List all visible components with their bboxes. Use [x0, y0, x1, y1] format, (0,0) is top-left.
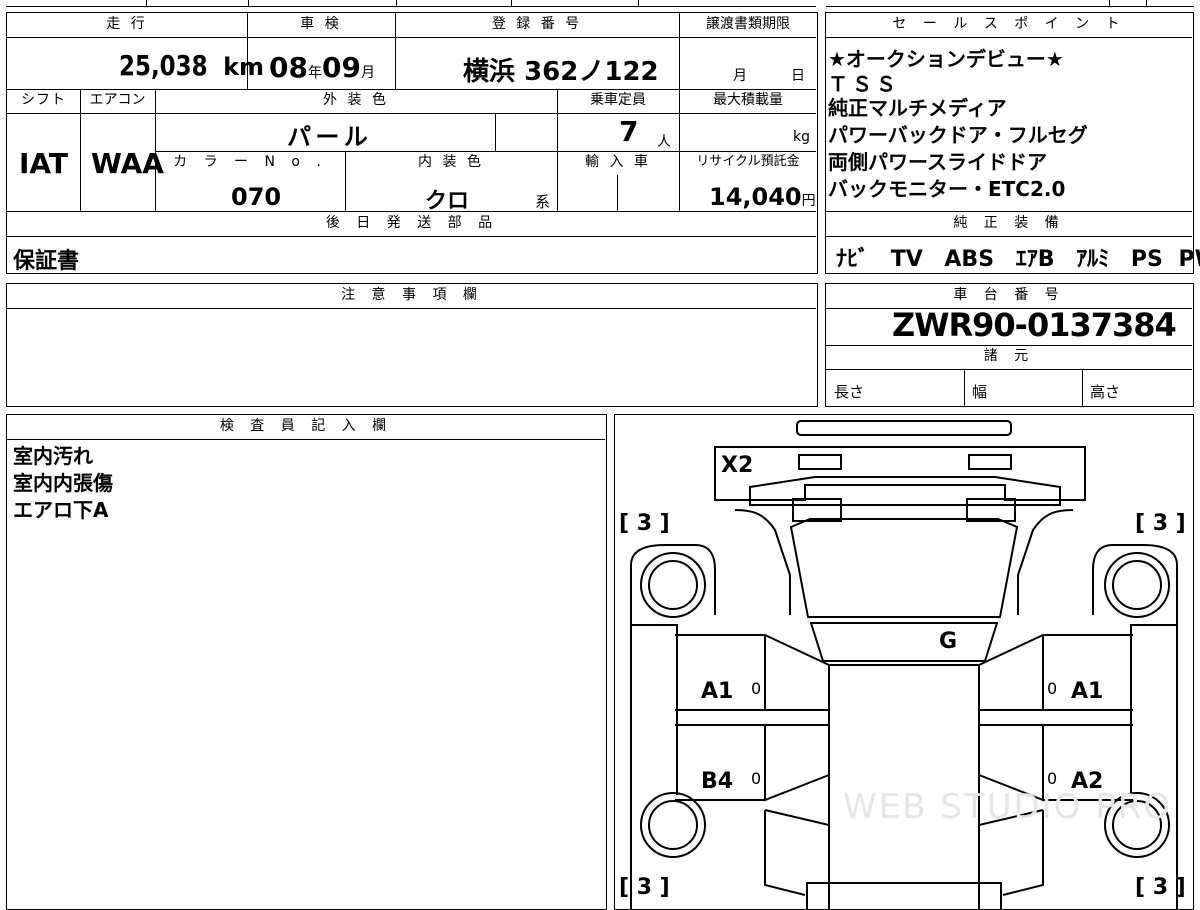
capacity-unit: 人	[657, 131, 671, 151]
spec-width-label: 幅	[972, 381, 987, 402]
chassis-panel: 車 台 番 号 ZWR90-0137384 諸 元 長さ 幅 高さ	[825, 283, 1194, 407]
vehicle-info-table: 走 行 車 検 登 録 番 号 譲渡書類期限 25,038km 08年09月 横…	[6, 12, 818, 274]
standard-equipment-label: 純 正 装 備	[826, 213, 1192, 233]
sales-point-panel: セ ー ル ス ポ イ ン ト ★オークションデビュー★ ＴＳＳ 純正マルチメデ…	[825, 12, 1194, 274]
import-label: 輸 入 車	[557, 152, 679, 172]
recycle-fee-value: 14,040円	[709, 183, 816, 211]
chassis-number: ZWR90-0137384	[892, 306, 1176, 344]
later-shipping-items: 保証書	[13, 243, 79, 275]
plate-number: 横浜 362ノ122	[463, 51, 659, 88]
inspection-date: 08年09月	[269, 51, 375, 84]
capacity-label: 乗車定員	[557, 90, 679, 110]
top-cropped-row	[6, 0, 1194, 8]
right-rear-door-zero: 0	[1047, 769, 1057, 788]
mileage-value: 25,038km	[119, 49, 264, 82]
capacity-value: 7	[619, 115, 638, 148]
transfer-deadline-label: 譲渡書類期限	[679, 14, 817, 34]
equipment-item: ｴｱB	[1016, 247, 1055, 272]
interior-color-label: 内 装 色	[345, 152, 557, 172]
exterior-color-label: 外 装 色	[155, 90, 557, 110]
color-no-value: 070	[231, 183, 281, 211]
equipment-item: TV	[891, 247, 923, 272]
shift-label: シフト	[7, 90, 80, 110]
recycle-label: リサイクル預託金	[679, 152, 817, 172]
front-bumper-code: X2	[721, 453, 753, 478]
equipment-item: PS	[1131, 247, 1163, 272]
interior-color-value: クロ	[425, 183, 469, 215]
exterior-color-value: パ ー ル	[287, 117, 366, 152]
sales-point-list: ★オークションデビュー★ ＴＳＳ 純正マルチメディア パワーバックドア・フルセグ…	[828, 46, 1088, 203]
watermark: WEB STUDIO PRO	[843, 787, 1172, 827]
left-rear-door-code: B4	[701, 769, 733, 794]
mileage-label: 走 行	[7, 14, 247, 34]
transfer-deadline-value: 月 日	[679, 61, 817, 87]
registration-label: 登 録 番 号	[395, 14, 679, 34]
max-load-unit: kg	[793, 129, 810, 145]
aircon-label: エアコン	[80, 90, 155, 110]
spec-height-label: 高さ	[1090, 381, 1120, 402]
left-rear-door-zero: 0	[751, 769, 761, 788]
equipment-item: ｱﾙﾐ	[1076, 247, 1109, 272]
sales-point-item: パワーバックドア・フルセグ	[828, 122, 1088, 149]
sales-point-item: 純正マルチメディア	[828, 95, 1088, 122]
standard-equipment-list: ﾅﾋﾞ TV ABS ｴｱB ｱﾙﾐ PS PW	[836, 241, 1200, 273]
car-outline-diagram	[615, 415, 1193, 909]
aircon-value: WAA	[91, 147, 164, 180]
tire-front-right-grade: [ 3 ]	[1135, 511, 1186, 536]
tire-rear-left-grade: [ 3 ]	[619, 875, 670, 900]
inspector-note: 室内内張傷	[13, 470, 113, 497]
equipment-item: ﾅﾋﾞ	[836, 247, 869, 272]
tire-front-left-grade: [ 3 ]	[619, 511, 670, 536]
notes-label: 注 意 事 項 欄	[7, 285, 817, 305]
max-load-label: 最大積載量	[679, 90, 817, 110]
inspector-note-list: 室内汚れ 室内内張傷 エアロ下A	[13, 443, 113, 524]
sales-point-item: バックモニター・ETC2.0	[828, 176, 1088, 203]
shift-value: IAT	[19, 147, 68, 180]
tire-rear-right-grade: [ 3 ]	[1135, 875, 1186, 900]
equipment-item: ABS	[944, 247, 994, 272]
spec-length-label: 長さ	[834, 381, 864, 402]
chassis-label: 車 台 番 号	[826, 285, 1192, 305]
inspector-panel: 検 査 員 記 入 欄 室内汚れ 室内内張傷 エアロ下A	[6, 414, 607, 910]
windshield-code: G	[939, 629, 957, 654]
inspector-label: 検 査 員 記 入 欄	[7, 416, 605, 436]
specs-label: 諸 元	[826, 346, 1192, 366]
later-shipping-label: 後 日 発 送 部 品	[7, 213, 817, 233]
sales-point-item: ★オークションデビュー★	[828, 46, 1088, 73]
sales-point-label: セ ー ル ス ポ イ ン ト	[826, 14, 1192, 34]
sales-point-item: ＴＳＳ	[828, 73, 1088, 95]
left-front-door-code: A1	[701, 679, 733, 704]
damage-diagram-panel: [ 3 ] [ 3 ] [ 3 ] [ 3 ] X2 G A1 0 B4 0 0…	[614, 414, 1194, 910]
right-front-door-zero: 0	[1047, 679, 1057, 698]
left-front-door-zero: 0	[751, 679, 761, 698]
inspection-label: 車 検	[247, 14, 395, 34]
notes-panel: 注 意 事 項 欄	[6, 283, 818, 407]
inspector-note: エアロ下A	[13, 497, 113, 524]
interior-color-suffix: 系	[535, 191, 550, 212]
inspector-note: 室内汚れ	[13, 443, 113, 470]
sales-point-item: 両側パワースライドドア	[828, 149, 1088, 176]
right-front-door-code: A1	[1071, 679, 1103, 704]
color-no-label: カ ラ ー N o .	[155, 152, 345, 172]
equipment-item: PW	[1179, 247, 1200, 272]
